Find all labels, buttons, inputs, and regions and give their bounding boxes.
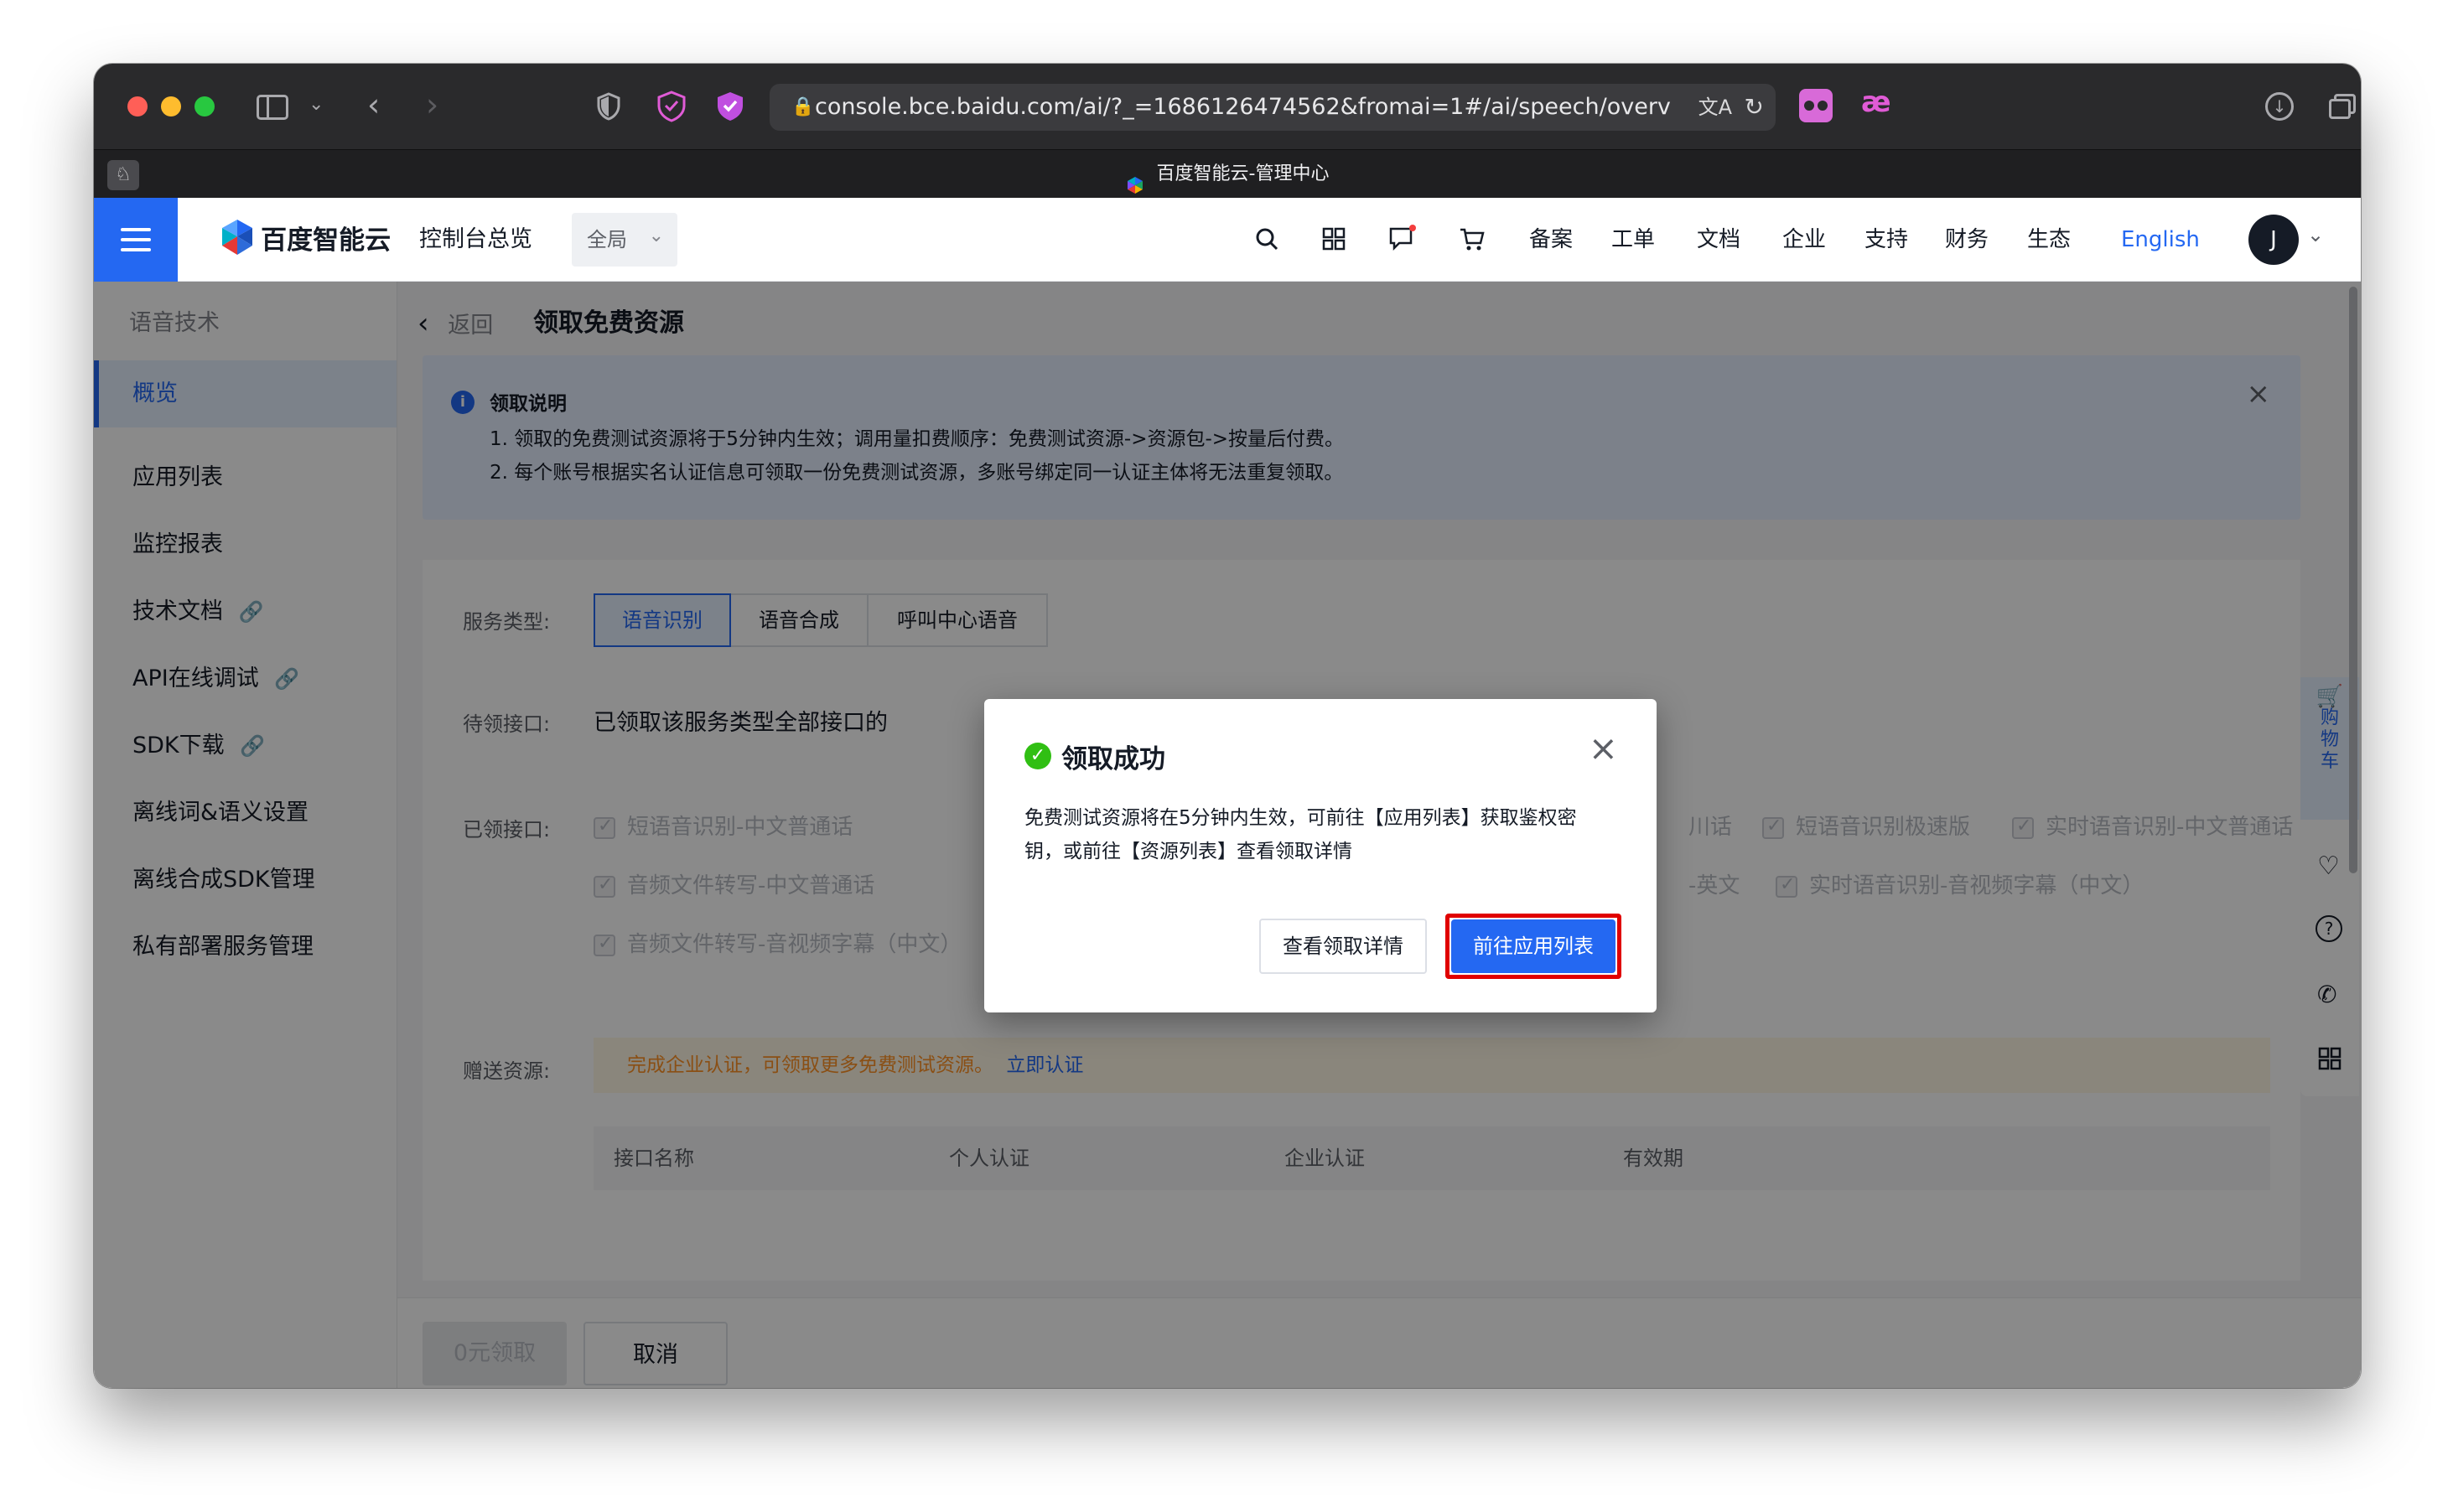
sidebar-toggle-icon[interactable] — [257, 95, 288, 120]
nav-link-ticket[interactable]: 工单 — [1611, 198, 1655, 282]
menu-icon[interactable] — [94, 198, 178, 282]
tab-title: 百度智能云-管理中心 — [1156, 163, 1330, 184]
nav-link-enterprise[interactable]: 企业 — [1782, 198, 1826, 282]
products-grid-icon[interactable] — [1321, 226, 1346, 251]
zoom-window-button[interactable] — [194, 96, 215, 117]
region-select[interactable]: 全局 ⌄ — [572, 213, 677, 267]
chevron-down-icon[interactable]: ⌄ — [309, 96, 324, 114]
forward-arrow-icon[interactable]: › — [426, 89, 438, 121]
tab-bar: ♘ 百度智能云-管理中心 — [94, 149, 2361, 198]
baidu-cloud-favicon — [1126, 165, 1144, 194]
download-icon[interactable]: ↓ — [2265, 92, 2294, 121]
browser-window: ⌄ ‹ › 🔒 console.bce.baidu.com/ai/?_=1686… — [94, 64, 2361, 1388]
extension-ae-icon[interactable]: æ — [1861, 85, 1891, 119]
adguard-shield-icon[interactable] — [716, 91, 744, 122]
minimize-window-button[interactable] — [161, 96, 181, 117]
top-navigation: 百度智能云 控制台总览 全局 ⌄ 备案 工单 文档 企业 支持 财务 生态 En… — [94, 198, 2361, 282]
region-value: 全局 — [587, 228, 627, 251]
close-window-button[interactable] — [127, 96, 148, 117]
nav-link-finance[interactable]: 财务 — [1945, 198, 1989, 282]
extension-glasses-icon[interactable] — [1799, 89, 1833, 122]
success-dialog: ✓ 领取成功 × 免费测试资源将在5分钟内生效，可前往【应用列表】获取鉴权密 钥… — [984, 699, 1657, 1012]
ublock-shield-icon[interactable] — [657, 91, 686, 122]
lock-icon: 🔒 — [791, 96, 815, 117]
language-switch[interactable]: English — [2121, 198, 2200, 282]
chevron-down-icon: ⌄ — [648, 225, 664, 246]
url-text: console.bce.baidu.com/ai/?_=168612647456… — [815, 94, 1671, 120]
view-claim-details-button[interactable]: 查看领取详情 — [1259, 919, 1427, 974]
cart-icon[interactable] — [1459, 226, 1486, 251]
nav-link-ecosystem[interactable]: 生态 — [2027, 198, 2071, 282]
logo-text: 百度智能云 — [261, 225, 392, 256]
active-tab[interactable]: 百度智能云-管理中心 — [94, 150, 2361, 199]
dialog-body-line-1: 免费测试资源将在5分钟内生效，可前往【应用列表】获取鉴权密 — [1024, 807, 1577, 829]
message-icon[interactable] — [1388, 225, 1417, 251]
chevron-down-icon[interactable]: ⌄ — [2307, 223, 2324, 246]
success-check-icon: ✓ — [1024, 743, 1051, 769]
go-to-app-list-highlight: 前往应用列表 — [1445, 914, 1621, 979]
page-content: 百度智能云 控制台总览 全局 ⌄ 备案 工单 文档 企业 支持 财务 生态 En… — [94, 198, 2361, 1388]
nav-link-support[interactable]: 支持 — [1864, 198, 1908, 282]
reload-icon[interactable]: ↻ — [1745, 84, 1764, 131]
go-to-app-list-button[interactable]: 前往应用列表 — [1451, 919, 1615, 973]
baidu-cloud-logo[interactable]: 百度智能云 — [220, 218, 391, 261]
console-overview-link[interactable]: 控制台总览 — [419, 198, 532, 282]
tabs-overview-icon[interactable] — [2329, 94, 2356, 119]
search-icon[interactable] — [1254, 226, 1279, 251]
nav-link-beian[interactable]: 备案 — [1529, 198, 1573, 282]
nav-link-docs[interactable]: 文档 — [1697, 198, 1740, 282]
address-bar[interactable]: 🔒 console.bce.baidu.com/ai/?_=1686126474… — [770, 84, 1776, 131]
browser-toolbar: ⌄ ‹ › 🔒 console.bce.baidu.com/ai/?_=1686… — [94, 64, 2361, 149]
back-arrow-icon[interactable]: ‹ — [367, 89, 380, 121]
avatar[interactable]: J — [2248, 215, 2299, 265]
close-icon[interactable]: × — [1589, 731, 1618, 766]
dialog-title: 领取成功 — [1061, 744, 1165, 774]
translate-icon[interactable]: 文A — [1693, 84, 1732, 131]
dialog-body-line-2: 钥，或前往【资源列表】查看领取详情 — [1024, 841, 1352, 862]
privacy-shield-icon[interactable] — [597, 92, 620, 121]
